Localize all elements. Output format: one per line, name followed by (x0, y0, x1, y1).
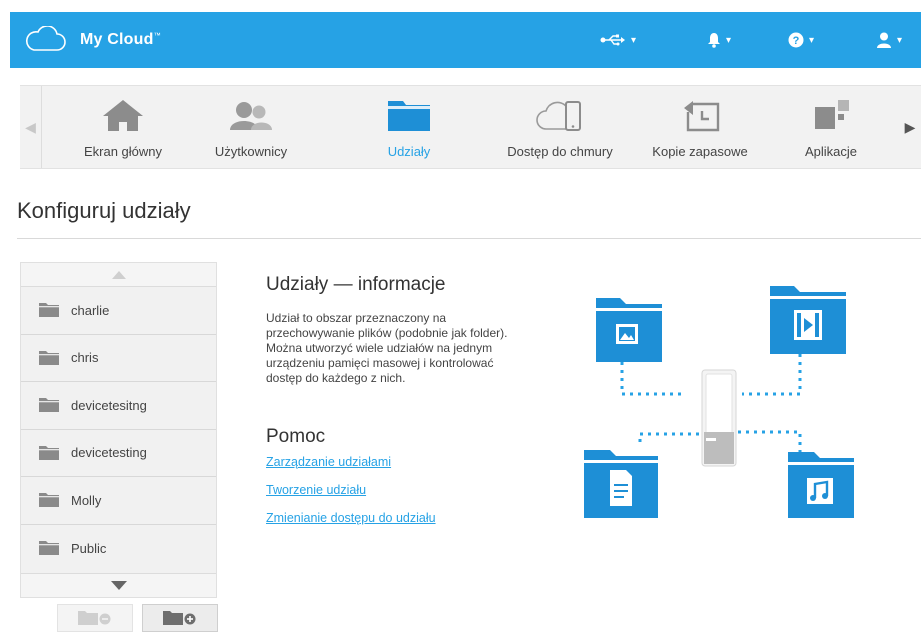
share-name: chris (71, 350, 99, 366)
nav-item-label: Użytkownicy (214, 144, 288, 159)
remove-share-button[interactable] (57, 604, 133, 632)
share-name: devicetesitng (71, 397, 147, 413)
info-title: Udziały — informacje (266, 274, 446, 295)
chevron-down-icon: ▾ (631, 34, 637, 46)
list-scroll-up-button[interactable] (21, 263, 216, 287)
list-item[interactable]: devicetesitng (21, 382, 216, 430)
folder-add-icon (163, 611, 196, 625)
chevron-down-icon: ▾ (897, 34, 903, 46)
folder-remove-icon (78, 611, 111, 625)
folder-icon (39, 541, 59, 556)
main-nav: ◀ Ekran główny Użytkownicy Udziały Dostę… (20, 85, 921, 169)
nav-item-label: Dostęp do chmury (507, 144, 613, 159)
usb-icon (600, 34, 625, 46)
chevron-down-icon: ▾ (726, 34, 732, 46)
nas-device-icon (701, 369, 737, 467)
top-bar: My Cloud™ ▾ ▾ ? ▾ ▾ (10, 12, 921, 68)
nav-item-label: Kopie zapasowe (652, 144, 748, 159)
nav-item-label: Udziały (387, 144, 431, 159)
nav-item-cloud-access[interactable]: Dostęp do chmury (495, 86, 625, 168)
nav-item-label: Aplikacje (804, 144, 858, 159)
nav-item-shares[interactable]: Udziały (354, 86, 464, 168)
usb-menu[interactable]: ▾ (600, 29, 636, 51)
chevron-down-icon: ▾ (809, 34, 815, 46)
shares-icon (388, 101, 430, 131)
help-link-manage-shares[interactable]: Zarządzanie udziałami (266, 455, 391, 469)
share-name: Molly (71, 492, 102, 508)
nav-scroll-right-button[interactable]: ▶ (899, 86, 921, 168)
nav-item-home[interactable]: Ekran główny (68, 86, 178, 168)
nav-item-apps[interactable]: Aplikacje (776, 86, 886, 168)
image-folder-icon (596, 298, 662, 362)
add-share-button[interactable] (142, 604, 218, 632)
document-folder-icon (584, 450, 658, 518)
svg-text:?: ? (793, 35, 800, 47)
bell-icon (708, 33, 720, 48)
share-name: charlie (71, 302, 110, 318)
music-folder-icon (788, 452, 854, 518)
folder-icon (39, 350, 59, 365)
home-icon (103, 100, 143, 131)
help-menu[interactable]: ? ▾ (788, 29, 814, 51)
nav-item-backups[interactable]: Kopie zapasowe (640, 86, 760, 168)
share-name: devicetesting (71, 445, 147, 461)
notifications-menu[interactable]: ▾ (707, 29, 731, 51)
nav-scroll-left-button[interactable]: ◀ (20, 86, 42, 168)
folder-icon (39, 445, 59, 460)
list-item[interactable]: Public (21, 525, 216, 573)
info-description: Udział to obszar przeznaczony na przecho… (266, 311, 508, 385)
nav-item-users[interactable]: Użytkownicy (196, 86, 306, 168)
folder-icon (39, 493, 59, 508)
folder-icon (39, 303, 59, 318)
apps-icon (815, 100, 849, 129)
chevron-up-icon (111, 270, 126, 279)
share-name: Public (71, 540, 107, 556)
list-item[interactable]: Molly (21, 477, 216, 525)
title-divider (17, 238, 921, 239)
help-link-create-share[interactable]: Tworzenie udziału (266, 483, 366, 497)
cloud-access-icon (536, 101, 581, 131)
backup-icon (684, 101, 720, 132)
page-title: Konfiguruj udziały (17, 198, 191, 223)
app-title: My Cloud™ (80, 31, 161, 48)
list-item[interactable]: devicetesting (21, 430, 216, 477)
cloud-logo-icon (25, 26, 66, 51)
help-title: Pomoc (266, 426, 326, 447)
shares-illustration (584, 286, 854, 518)
help-icon: ? (788, 32, 804, 48)
folder-icon (39, 398, 59, 413)
video-folder-icon (770, 286, 846, 354)
help-link-change-access[interactable]: Zmienianie dostępu do udziału (266, 511, 436, 525)
user-icon (877, 32, 891, 48)
users-icon (230, 102, 272, 130)
list-item[interactable]: charlie (21, 287, 216, 335)
list-scroll-down-button[interactable] (21, 573, 216, 597)
nav-item-label: Ekran główny (83, 144, 163, 159)
share-list: charlie chris devicetesitng devicetestin… (20, 262, 217, 598)
list-item[interactable]: chris (21, 335, 216, 382)
chevron-down-icon (110, 581, 127, 590)
user-menu[interactable]: ▾ (876, 29, 902, 51)
